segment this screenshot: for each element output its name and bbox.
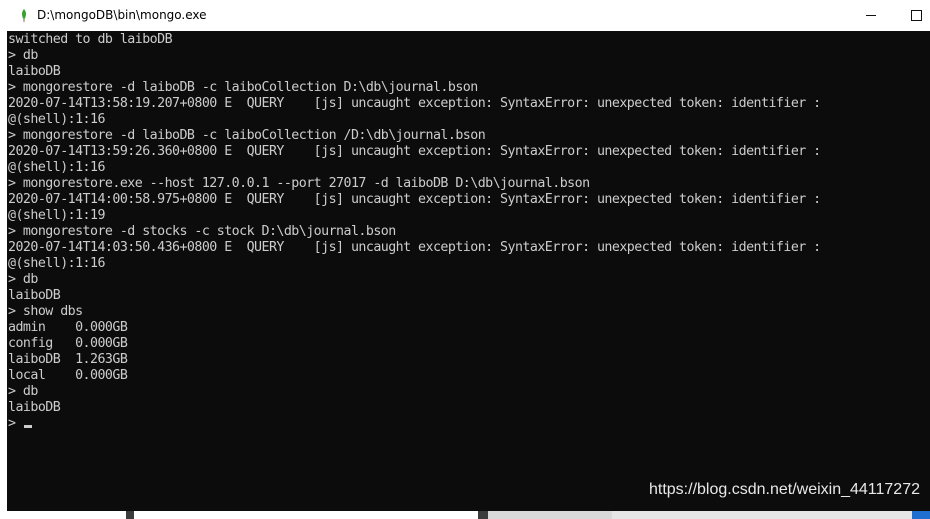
strip-segment — [478, 511, 488, 519]
minimize-icon — [866, 15, 876, 16]
console-line: > db — [8, 384, 38, 399]
console-lines: switched to db laiboDB > db laiboDB > mongo… — [8, 32, 821, 432]
console-line: 2020-07-14T14:03:50.436+0800 E QUERY [js… — [8, 240, 821, 255]
prompt-text: > — [8, 416, 23, 431]
console-line: > mongorestore -d laiboDB -c laiboCollec… — [8, 80, 478, 95]
maximize-icon — [910, 10, 922, 21]
console-line: > show dbs — [8, 304, 83, 319]
strip-segment — [912, 511, 930, 519]
background-notification — [612, 511, 912, 519]
console-line: laiboDB — [8, 400, 61, 415]
console-output[interactable]: switched to db laiboDB > db laiboDB > mongo… — [7, 31, 930, 511]
console-line: 2020-07-14T14:00:58.975+0800 E QUERY [js… — [8, 192, 821, 207]
watermark: https://blog.csdn.net/weixin_44117272 — [648, 481, 920, 498]
mongodb-leaf-icon — [21, 9, 27, 22]
console-line: @(shell):1:16 — [8, 112, 105, 127]
console-line: switched to db laiboDB — [8, 32, 173, 47]
console-line: > mongorestore -d stocks -c stock D:\db\… — [8, 224, 396, 239]
text-cursor — [23, 425, 32, 428]
strip-segment — [0, 511, 126, 519]
console-line: @(shell):1:16 — [8, 160, 105, 175]
window-title: D:\mongoDB\bin\mongo.exe — [37, 8, 207, 22]
strip-segment — [134, 511, 478, 519]
console-line: @(shell):1:16 — [8, 256, 105, 271]
console-line: > mongorestore.exe --host 127.0.0.1 --po… — [8, 176, 590, 191]
console-line: 2020-07-14T13:58:19.207+0800 E QUERY [js… — [8, 96, 821, 111]
console-line: laiboDB — [8, 288, 61, 303]
strip-segment — [126, 511, 134, 519]
console-line: @(shell):1:19 — [8, 208, 105, 223]
console-line: laiboDB — [8, 64, 61, 79]
console-line: > db — [8, 272, 38, 287]
console-line: > db — [8, 48, 38, 63]
minimize-button[interactable] — [848, 0, 894, 31]
console-line: 2020-07-14T13:59:26.360+0800 E QUERY [js… — [8, 144, 821, 159]
console-line: local 0.000GB — [8, 368, 128, 383]
title-bar[interactable]: D:\mongoDB\bin\mongo.exe — [0, 0, 930, 31]
background-taskbar-strip — [0, 511, 930, 519]
maximize-button[interactable] — [893, 0, 930, 31]
console-line: admin 0.000GB — [8, 320, 128, 335]
console-line: > mongorestore -d laiboDB -c laiboCollec… — [8, 128, 486, 143]
console-line: config 0.000GB — [8, 336, 128, 351]
console-line: laiboDB 1.263GB — [8, 352, 128, 367]
console-prompt[interactable]: > — [8, 416, 821, 432]
console-window: D:\mongoDB\bin\mongo.exe switched to db … — [0, 0, 930, 519]
